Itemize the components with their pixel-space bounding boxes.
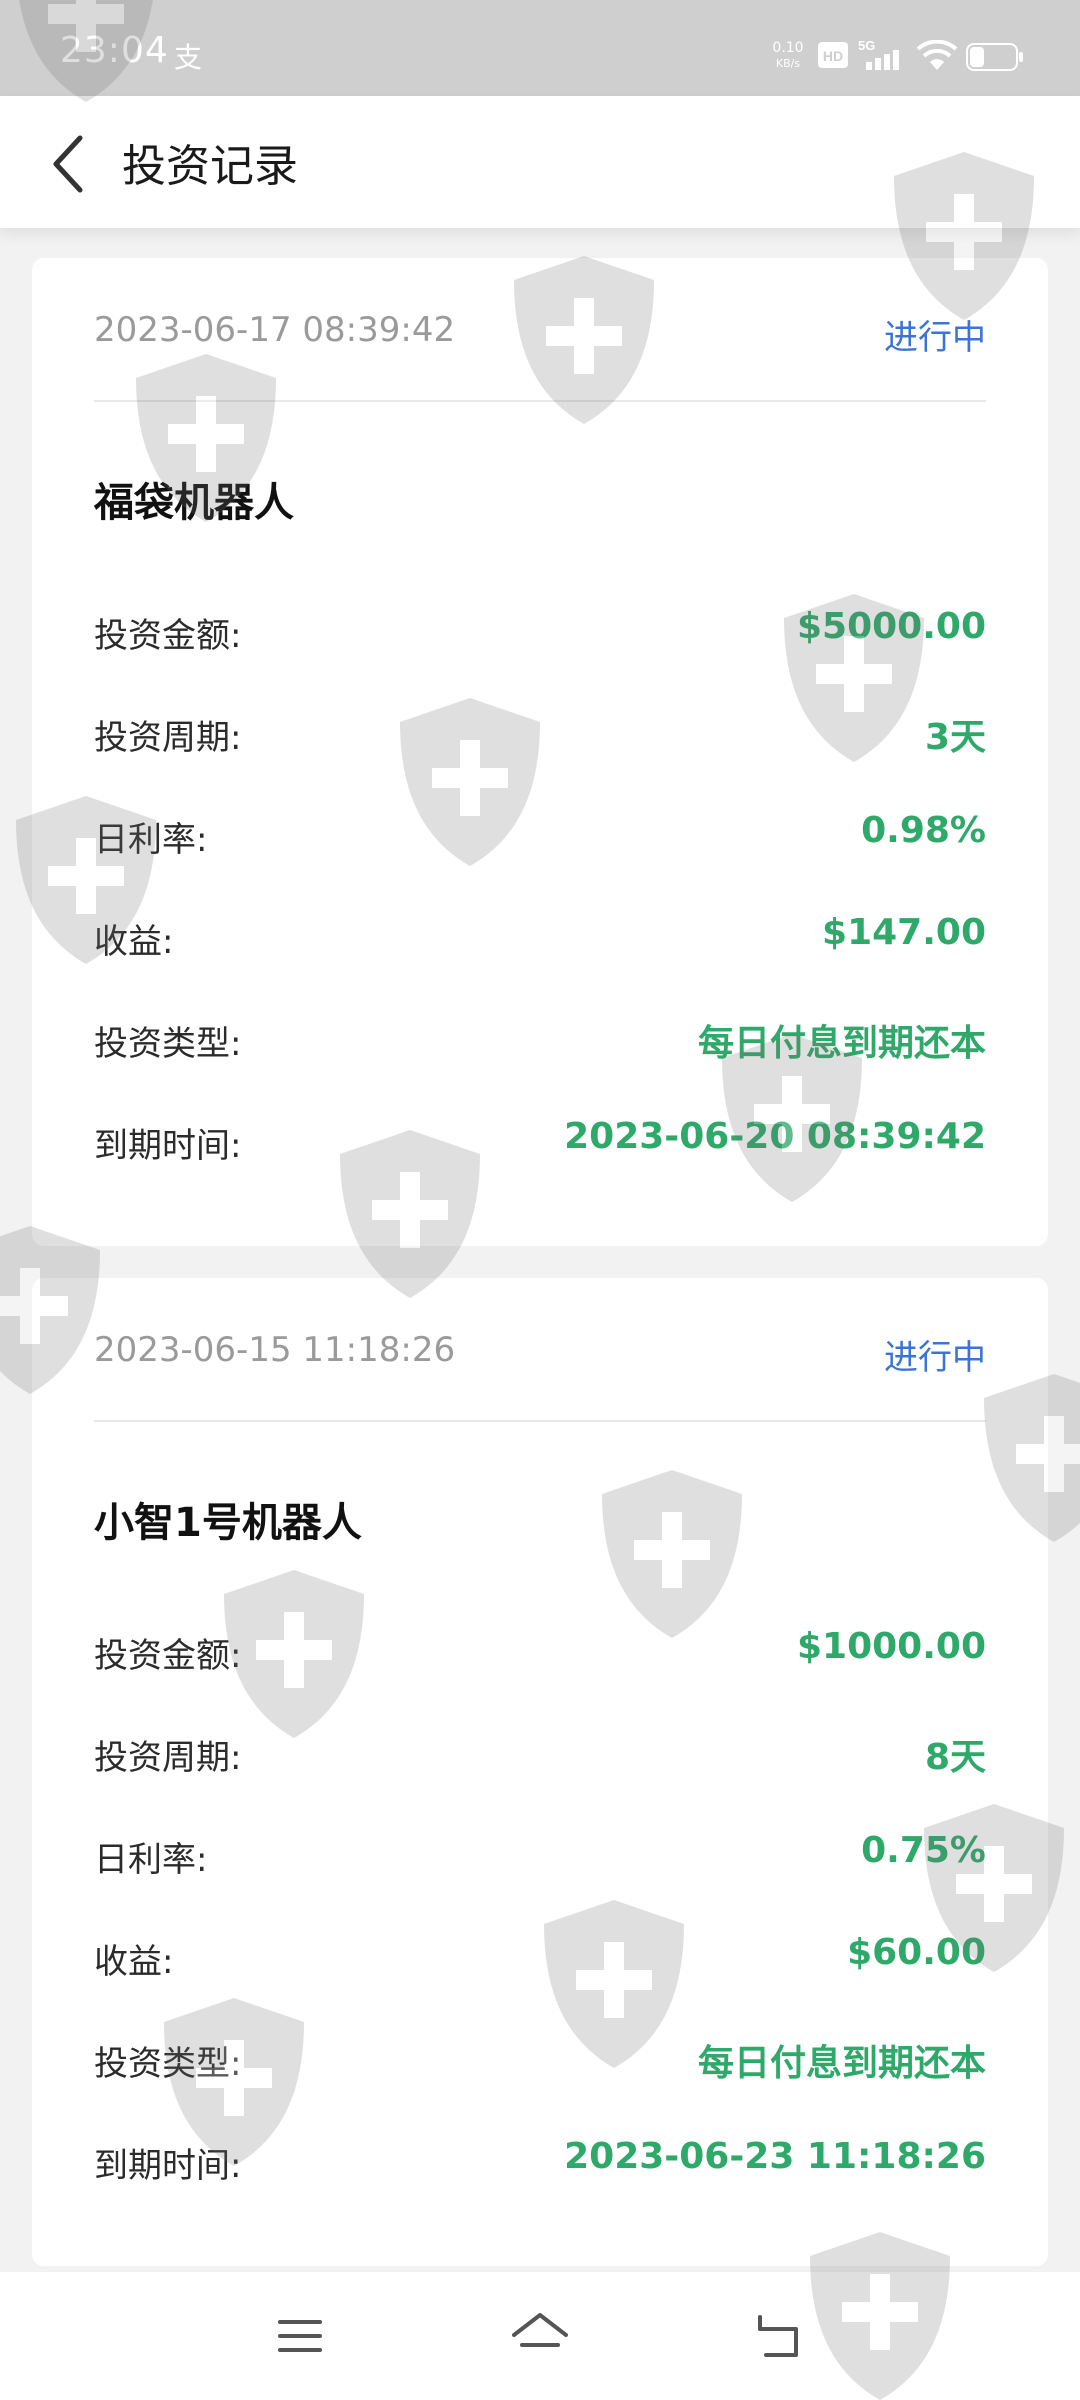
back-button[interactable] <box>28 124 108 204</box>
row-label: 投资周期: <box>94 718 242 758</box>
row-value: $5000.00 <box>796 606 986 647</box>
row-label: 投资金额: <box>94 616 242 656</box>
system-navigation-bar <box>0 2272 1080 2400</box>
record-status[interactable]: 进行中 <box>884 310 986 359</box>
row-expiry-time: 到期时间: 2023-06-23 11:18:26 <box>94 2130 986 2190</box>
row-value: $1000.00 <box>796 1626 986 1667</box>
row-daily-rate: 日利率: 0.75% <box>94 1824 986 1884</box>
card-header: 2023-06-17 08:39:42 进行中 <box>94 258 986 402</box>
hd-label: HD <box>823 48 843 64</box>
row-value: $60.00 <box>847 1932 986 1973</box>
row-label: 投资类型: <box>94 1024 242 1064</box>
menu-icon <box>278 2320 322 2352</box>
row-label: 投资类型: <box>94 2044 242 2084</box>
row-value: 0.98% <box>861 810 986 851</box>
row-label: 日利率: <box>94 1840 208 1880</box>
row-investment-amount: 投资金额: $5000.00 <box>94 600 986 660</box>
home-button[interactable] <box>504 2300 576 2372</box>
row-value: 8天 <box>924 1737 986 1778</box>
status-bar: 23:04 支 0.10 KB/s HD 5G <box>0 0 1080 96</box>
row-value: 每日付息到期还本 <box>697 2043 986 2084</box>
row-value: 2023-06-23 11:18:26 <box>564 2136 986 2177</box>
hd-icon: HD <box>818 42 848 68</box>
row-value: 2023-06-20 08:39:42 <box>564 1116 986 1157</box>
record-date: 2023-06-17 08:39:42 <box>94 310 456 350</box>
row-label: 投资金额: <box>94 1636 242 1676</box>
network-label: 5G <box>858 38 875 53</box>
record-date: 2023-06-15 11:18:26 <box>94 1330 456 1370</box>
row-earnings: 收益: $147.00 <box>94 906 986 966</box>
row-investment-type: 投资类型: 每日付息到期还本 <box>94 2028 986 2088</box>
battery-icon <box>966 43 1023 71</box>
row-investment-amount: 投资金额: $1000.00 <box>94 1620 986 1680</box>
signal-5g-icon: 5G <box>858 38 899 70</box>
row-label: 日利率: <box>94 820 208 860</box>
page-title: 投资记录 <box>122 141 298 192</box>
payment-notification-icon: 支 <box>174 41 203 74</box>
row-value: 每日付息到期还本 <box>697 1023 986 1064</box>
wifi-icon <box>916 40 958 70</box>
investment-record-card: 2023-06-15 11:18:26 进行中 小智1号机器人 投资金额: $1… <box>32 1278 1048 2266</box>
row-label: 投资周期: <box>94 1738 242 1778</box>
product-name: 小智1号机器人 <box>94 1500 362 1546</box>
return-button[interactable] <box>744 2300 816 2372</box>
network-speed-value: 0.10 <box>772 40 804 56</box>
status-time: 23:04 <box>60 30 169 71</box>
row-investment-period: 投资周期: 3天 <box>94 702 986 762</box>
record-status[interactable]: 进行中 <box>884 1330 986 1379</box>
network-speed: 0.10 KB/s <box>768 40 808 72</box>
home-icon <box>512 2313 568 2347</box>
row-label: 到期时间: <box>94 2146 242 2186</box>
app-header: 投资记录 <box>0 96 1080 228</box>
row-investment-period: 投资周期: 8天 <box>94 1722 986 1782</box>
row-label: 到期时间: <box>94 1126 242 1166</box>
row-value: 0.75% <box>861 1830 986 1871</box>
row-value: $147.00 <box>822 912 986 953</box>
network-speed-unit: KB/s <box>775 57 801 70</box>
row-investment-type: 投资类型: 每日付息到期还本 <box>94 1008 986 1068</box>
row-value: 3天 <box>924 717 986 758</box>
row-daily-rate: 日利率: 0.98% <box>94 804 986 864</box>
row-label: 收益: <box>94 922 174 962</box>
product-name: 福袋机器人 <box>94 480 294 526</box>
chevron-left-icon <box>53 135 83 193</box>
return-icon <box>758 2315 798 2357</box>
investment-record-card: 2023-06-17 08:39:42 进行中 福袋机器人 投资金额: $500… <box>32 258 1048 1246</box>
row-label: 收益: <box>94 1942 174 1982</box>
card-header: 2023-06-15 11:18:26 进行中 <box>94 1278 986 1422</box>
row-expiry-time: 到期时间: 2023-06-20 08:39:42 <box>94 1110 986 1170</box>
menu-button[interactable] <box>264 2300 336 2372</box>
row-earnings: 收益: $60.00 <box>94 1926 986 1986</box>
screen: 23:04 支 0.10 KB/s HD 5G 投资记录 2023-06-17 … <box>0 0 1080 2400</box>
